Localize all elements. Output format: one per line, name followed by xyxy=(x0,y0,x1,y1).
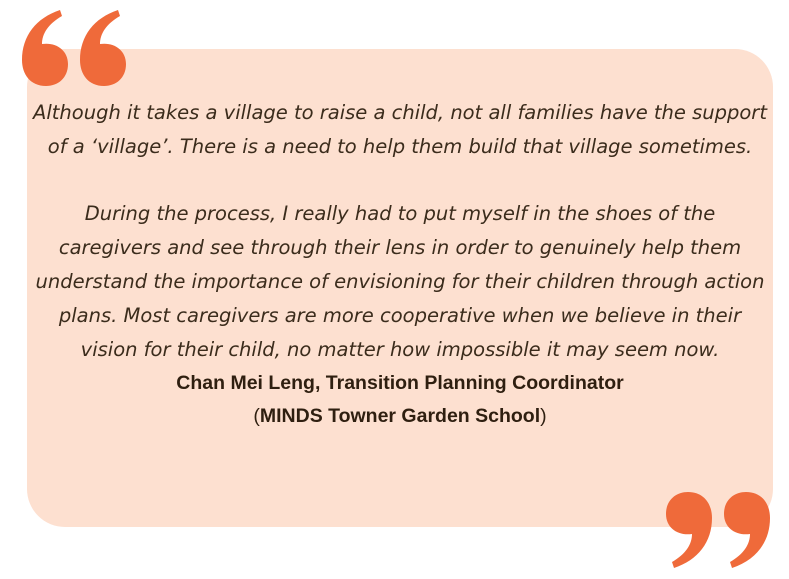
open-quote-icon xyxy=(22,10,126,86)
paren-close: ) xyxy=(540,405,547,427)
quote-paragraph-2: During the process, I really had to put … xyxy=(35,202,765,361)
attribution: Chan Mei Leng, Transition Planning Coord… xyxy=(27,367,773,433)
testimonial-graphic: Although it takes a village to raise a c… xyxy=(0,0,789,579)
quote-paragraph-1: Although it takes a village to raise a c… xyxy=(33,101,767,158)
close-quote-icon xyxy=(666,492,770,568)
attribution-organization-line: (MINDS Towner Garden School) xyxy=(27,400,773,433)
attribution-organization: MINDS Towner Garden School xyxy=(259,405,541,427)
quote-text-block: Although it takes a village to raise a c… xyxy=(27,96,773,433)
attribution-name-role: Chan Mei Leng, Transition Planning Coord… xyxy=(176,372,624,394)
